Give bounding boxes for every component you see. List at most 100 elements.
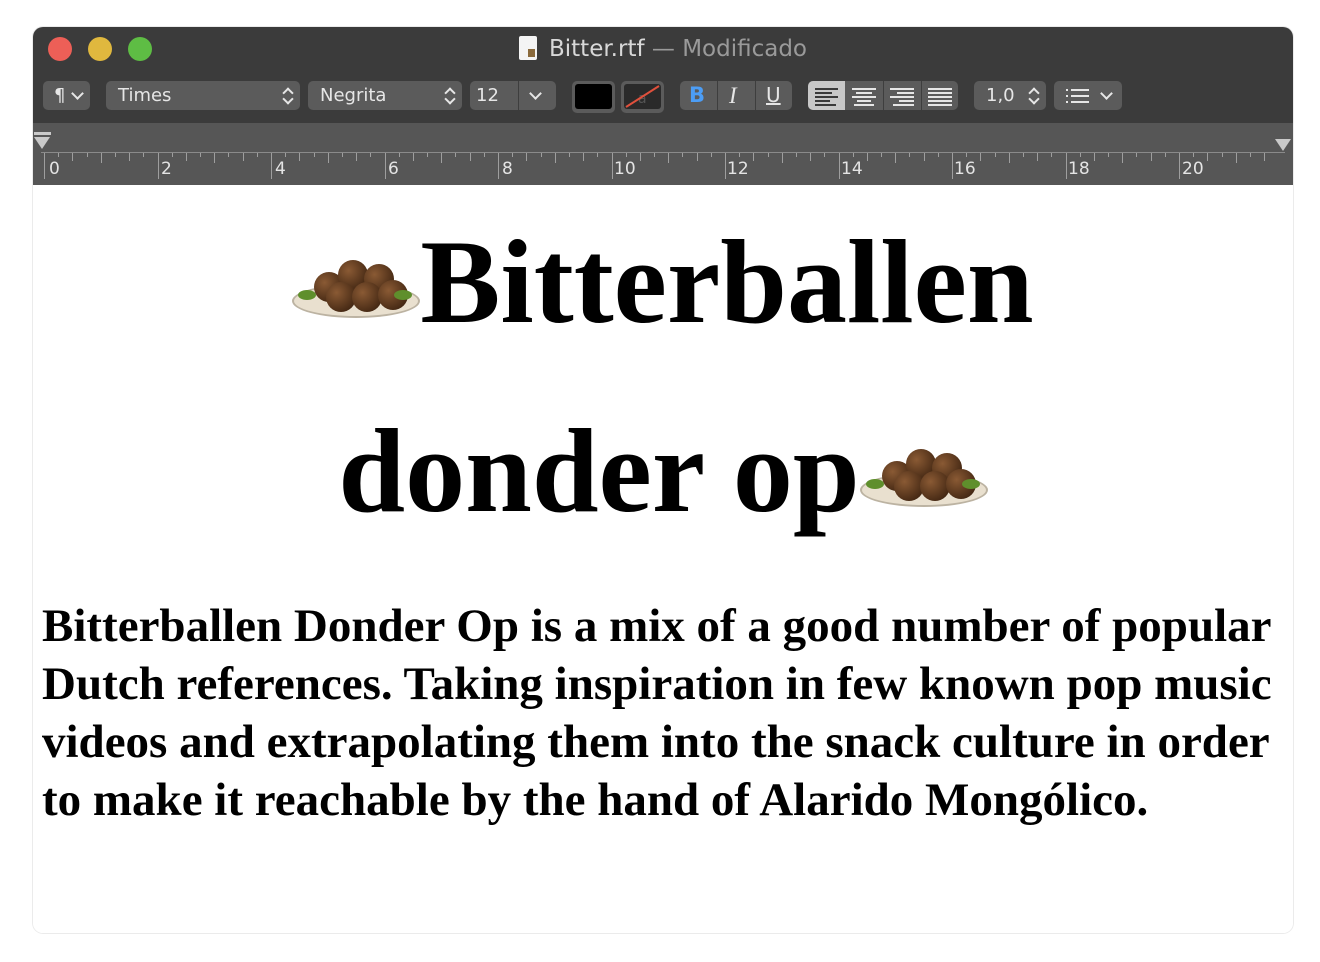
segment-divider: [717, 81, 718, 110]
ruler-tick: [1207, 153, 1209, 161]
ruler-tick: [952, 153, 953, 179]
heading-text-2: donder op: [338, 404, 860, 537]
ruler-tick: [384, 153, 386, 179]
ruler-tick: [526, 153, 528, 161]
ruler-tick: [739, 153, 741, 157]
falafel-plate-emoji: [859, 431, 988, 511]
ruler-tick: [696, 153, 698, 161]
ruler-tick: [1037, 153, 1039, 161]
align-center-icon[interactable]: [846, 81, 883, 110]
ruler-tick: [370, 153, 372, 157]
ruler-tick: [157, 153, 159, 179]
no-color-icon: a: [624, 84, 661, 109]
ruler-tick: [271, 153, 272, 179]
ruler-number: 18: [1068, 159, 1090, 179]
ruler-tick: [200, 153, 202, 157]
rtf-document-icon: [518, 36, 537, 60]
align-right-icon[interactable]: [884, 81, 921, 110]
ruler-tick: [568, 153, 570, 157]
ruler-tick: [86, 153, 88, 157]
ruler-tick: [838, 153, 840, 179]
ruler-tick: [228, 153, 230, 157]
chevron-down-icon: [71, 87, 84, 100]
ruler-number: 4: [275, 159, 286, 179]
title-bar: Bitter.rtf — Modificado ¶ Times Negrita …: [33, 27, 1293, 123]
font-style-select[interactable]: Negrita: [308, 81, 462, 110]
ruler-tick: [1179, 153, 1180, 179]
font-family-select[interactable]: Times: [106, 81, 300, 110]
ruler-tick: [299, 153, 301, 161]
italic-button[interactable]: I: [729, 81, 737, 110]
ruler-number: 14: [841, 159, 863, 179]
ruler-tick: [1193, 153, 1195, 157]
ruler-tick: [171, 153, 173, 157]
ruler-tick: [781, 153, 783, 163]
ruler-number: 8: [502, 159, 513, 179]
font-size-combo[interactable]: 12: [470, 81, 556, 110]
window-status: Modificado: [682, 36, 808, 62]
underline-button[interactable]: U: [766, 81, 781, 110]
right-indent-marker[interactable]: [1275, 139, 1291, 151]
ruler-tick: [256, 153, 258, 157]
font-family-value: Times: [118, 85, 172, 106]
list-bullets-button[interactable]: [1054, 81, 1122, 110]
combo-divider: [518, 81, 519, 110]
line-spacing-select[interactable]: 1,0: [974, 81, 1046, 110]
document-text-area[interactable]: Bitterballen donder op Bitterballen Dond…: [33, 185, 1293, 933]
ruler-tick: [1008, 153, 1010, 163]
ruler-number: 0: [49, 159, 60, 179]
ruler-tick: [1150, 153, 1152, 161]
ruler-tick: [327, 153, 329, 163]
ruler-tick: [1264, 153, 1266, 161]
paragraph-styles-button[interactable]: ¶: [43, 81, 90, 110]
ruler-tick: [1093, 153, 1095, 161]
chevron-down-icon[interactable]: [529, 87, 542, 100]
textedit-window: Bitter.rtf — Modificado ¶ Times Negrita …: [33, 27, 1293, 933]
list-icon: [1062, 81, 1092, 110]
ruler-tick: [214, 153, 216, 163]
ruler-tick: [512, 153, 514, 157]
up-down-arrows-icon: [444, 86, 454, 105]
paragraph-icon: ¶: [54, 85, 66, 106]
ruler-tick: [1065, 153, 1067, 179]
align-left-icon[interactable]: [808, 81, 845, 110]
ruler-number: 20: [1182, 159, 1204, 179]
ruler-tick: [1221, 153, 1223, 157]
ruler-tick: [412, 153, 414, 161]
ruler-tick: [710, 153, 712, 157]
line-spacing-value: 1,0: [986, 85, 1015, 106]
ruler-tick: [1079, 153, 1081, 157]
bold-button[interactable]: B: [689, 81, 709, 110]
ruler-tick: [143, 153, 145, 157]
ruler-number: 16: [954, 159, 976, 179]
left-indent-marker[interactable]: [34, 137, 50, 149]
ruler-tick: [285, 153, 287, 157]
ruler-tick: [795, 153, 797, 157]
ruler-tick: [58, 153, 60, 157]
ruler-tick: [356, 153, 358, 161]
up-down-arrows-icon: [282, 86, 292, 105]
ruler-tick: [483, 153, 485, 157]
ruler-tick: [980, 153, 982, 161]
ruler-tick: [114, 153, 116, 157]
ruler-tick: [767, 153, 769, 157]
ruler-tick: [398, 153, 400, 157]
ruler-tick: [498, 153, 499, 179]
heading-line-1: Bitterballen: [33, 222, 1293, 342]
justify-icon[interactable]: [922, 81, 958, 110]
ruler-tick: [540, 153, 542, 157]
ruler-tick: [129, 153, 131, 161]
ruler-tick: [682, 153, 684, 157]
first-line-indent-marker[interactable]: [34, 132, 51, 135]
ruler-tick: [313, 153, 315, 157]
ruler-tick: [625, 153, 627, 157]
ruler-tick: [895, 153, 897, 163]
ruler-tick: [583, 153, 585, 161]
text-color-well[interactable]: [572, 81, 615, 113]
ruler[interactable]: 0 2 4 6 8 10 12 14 16 18 20: [33, 123, 1293, 185]
ruler-tick: [341, 153, 343, 157]
ruler-tick: [44, 153, 45, 179]
ruler-tick: [72, 153, 74, 161]
background-color-well[interactable]: a: [621, 81, 664, 113]
title-separator: —: [651, 36, 675, 62]
